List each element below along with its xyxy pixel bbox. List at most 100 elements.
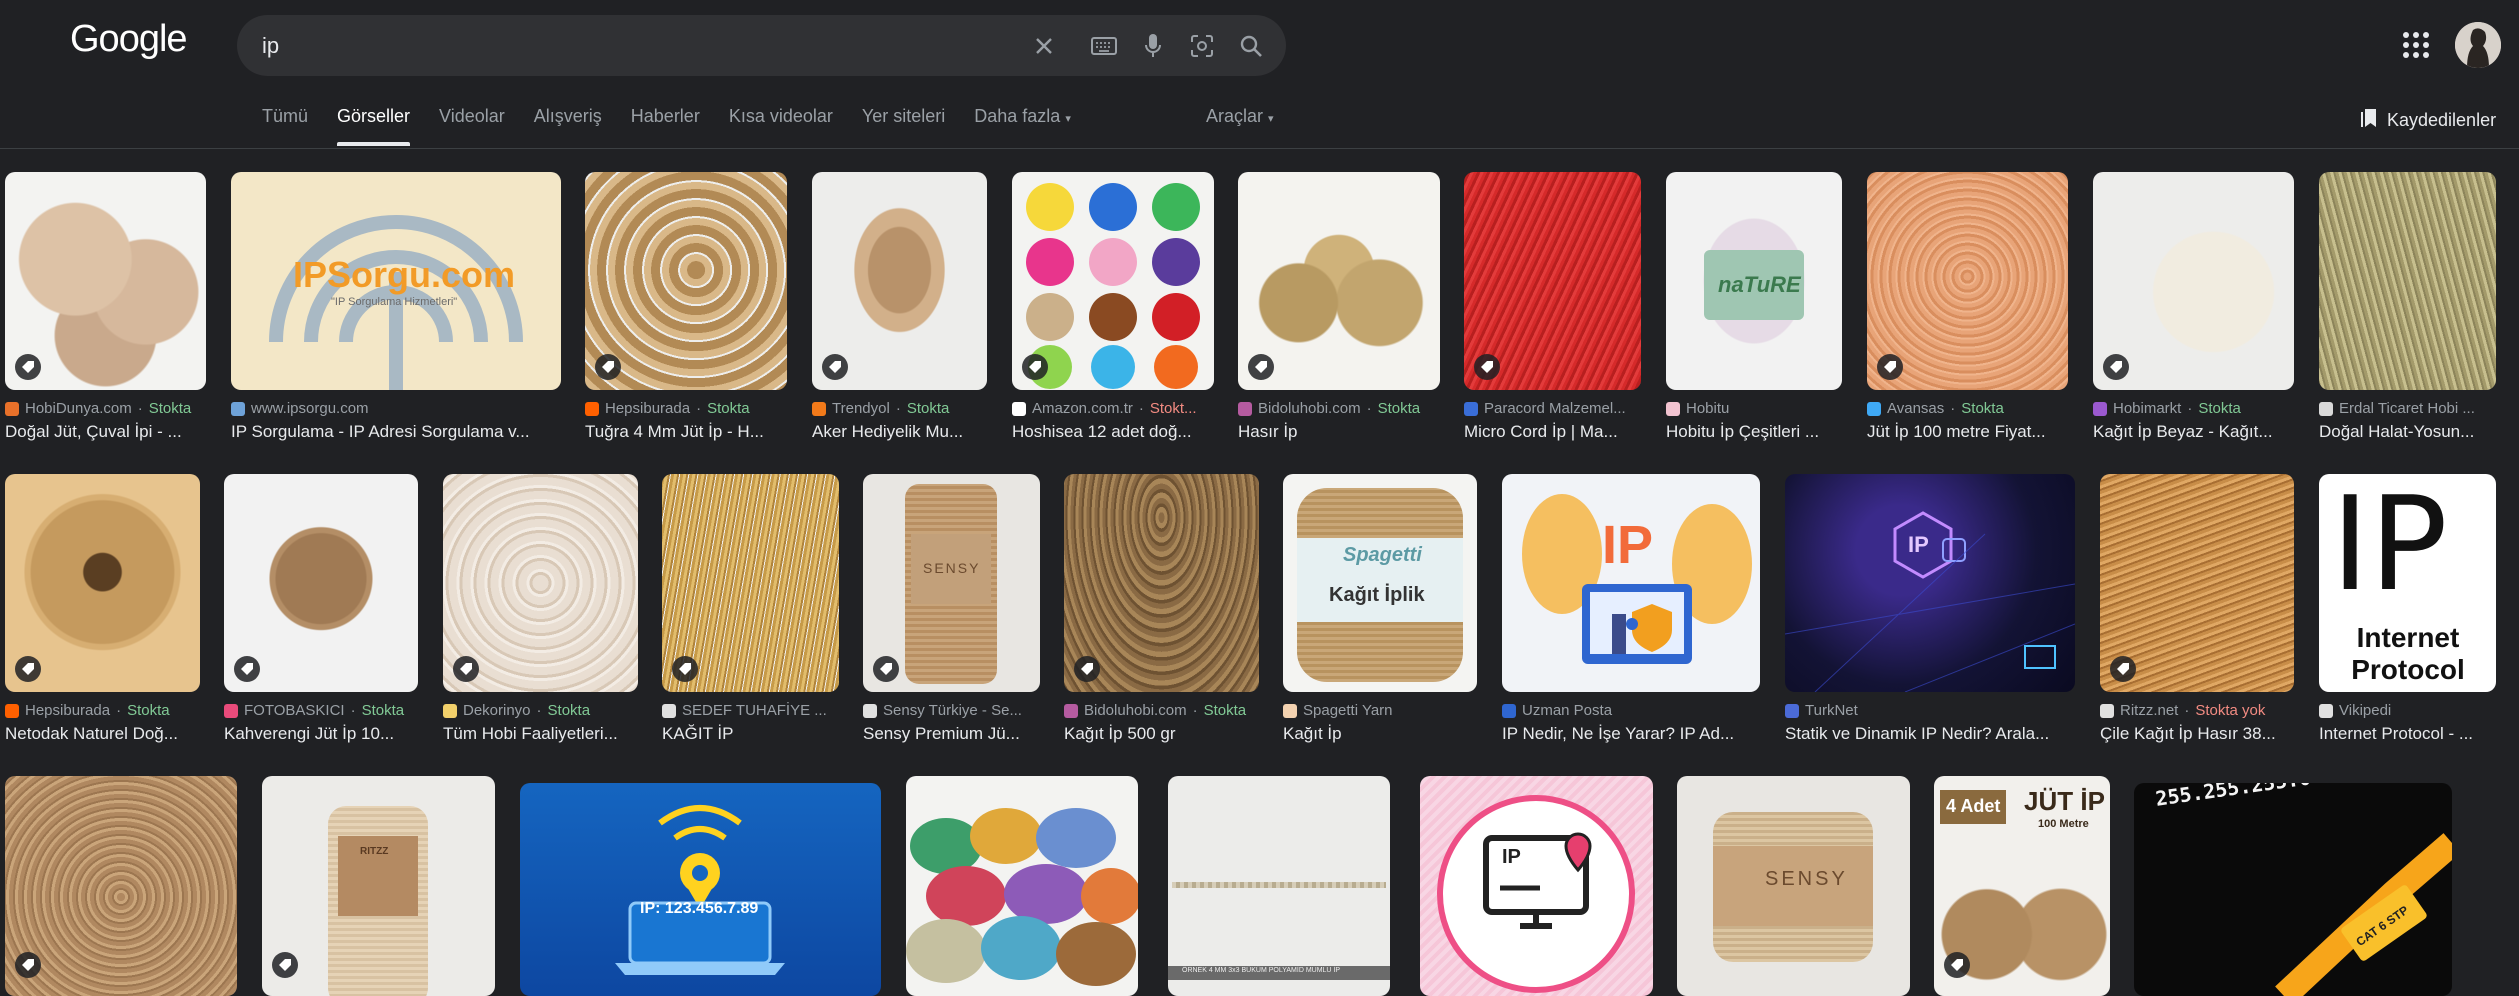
tag-icon bbox=[1248, 354, 1274, 380]
result-image[interactable]: IP Internet Protocol bbox=[2319, 474, 2496, 692]
result-title[interactable]: Netodak Naturel Doğ... bbox=[5, 724, 200, 744]
thumb-text: IP: 123.456.7.89 bbox=[640, 900, 759, 917]
avatar[interactable] bbox=[2455, 22, 2501, 68]
tab-images[interactable]: Görseller bbox=[337, 106, 411, 146]
result-source[interactable]: Ritzz.net · Stokta yok bbox=[2100, 702, 2294, 719]
result-title[interactable]: IP Sorgulama - IP Adresi Sorgulama v... bbox=[231, 422, 561, 442]
result-source[interactable]: Spagetti Yarn bbox=[1283, 702, 1477, 719]
search-input[interactable]: ip bbox=[262, 33, 279, 59]
result-image[interactable] bbox=[1238, 172, 1440, 390]
chevron-down-icon: ▾ bbox=[1065, 113, 1071, 125]
result-source[interactable]: Dekorinyo · Stokta bbox=[443, 702, 638, 719]
result-image[interactable]: 255.255.255.0 CAT 6 STP bbox=[2134, 783, 2452, 996]
result-source[interactable]: www.ipsorgu.com bbox=[231, 400, 561, 417]
result-title[interactable]: Tüm Hobi Faaliyetleri... bbox=[443, 724, 638, 744]
result-image[interactable] bbox=[1867, 172, 2068, 390]
tab-shopping[interactable]: Alışveriş bbox=[534, 106, 602, 146]
result-image[interactable]: IPSorgu.com "IP Sorgulama Hizmetleri" bbox=[231, 172, 561, 390]
result-title[interactable]: Çile Kağıt İp Hasır 38... bbox=[2100, 724, 2294, 744]
result-image[interactable] bbox=[2319, 172, 2496, 390]
result-image[interactable]: RITZZ bbox=[262, 776, 495, 996]
result-source[interactable]: Hepsiburada · Stokta bbox=[5, 702, 200, 719]
result-title[interactable]: Kahverengi Jüt İp 10... bbox=[224, 724, 418, 744]
result-source[interactable]: Hepsiburada · Stokta bbox=[585, 400, 787, 417]
result-image[interactable]: IP: 123.456.7.89 bbox=[520, 783, 881, 996]
result-source[interactable]: Vikipedi bbox=[2319, 702, 2496, 719]
result-source[interactable]: Bidoluhobi.com · Stokta bbox=[1064, 702, 1259, 719]
saved-button[interactable]: Kaydedilenler bbox=[2361, 108, 2496, 133]
tab-more[interactable]: Daha fazla ▾ bbox=[974, 106, 1071, 146]
result-title[interactable]: Internet Protocol - ... bbox=[2319, 724, 2496, 744]
result-image[interactable] bbox=[443, 474, 638, 692]
tools-button[interactable]: Araçlar ▾ bbox=[1206, 106, 1274, 127]
result-image[interactable] bbox=[1012, 172, 1214, 390]
result-source[interactable]: Bidoluhobi.com · Stokta bbox=[1238, 400, 1440, 417]
result-source[interactable]: Trendyol · Stokta bbox=[812, 400, 987, 417]
result-image[interactable]: SENSY bbox=[863, 474, 1040, 692]
result-title[interactable]: Hasır İp bbox=[1238, 422, 1440, 442]
result-source[interactable]: Paracord Malzemel... bbox=[1464, 400, 1641, 417]
result-source[interactable]: SEDEF TUHAFİYE ... bbox=[662, 702, 839, 719]
result-title[interactable]: Doğal Halat-Yosun... bbox=[2319, 422, 2496, 442]
result-title[interactable]: Kağıt İp bbox=[1283, 724, 1477, 744]
result-image[interactable] bbox=[2100, 474, 2294, 692]
search-icon[interactable] bbox=[1234, 29, 1268, 63]
google-logo[interactable]: Google bbox=[70, 18, 188, 61]
result-image[interactable] bbox=[2093, 172, 2294, 390]
result-source[interactable]: FOTOBASKICI · Stokta bbox=[224, 702, 418, 719]
result-image[interactable]: Spagetti Kağıt İplik bbox=[1283, 474, 1477, 692]
result-image[interactable] bbox=[5, 172, 206, 390]
result-source[interactable]: Amazon.com.tr · Stokt... bbox=[1012, 400, 1214, 417]
result-image[interactable]: IP bbox=[1785, 474, 2075, 692]
result-title[interactable]: Kağıt İp 500 gr bbox=[1064, 724, 1259, 744]
result-title[interactable]: Hoshisea 12 adet doğ... bbox=[1012, 422, 1214, 442]
result-image[interactable] bbox=[1464, 172, 1641, 390]
keyboard-icon[interactable] bbox=[1087, 29, 1121, 63]
tag-icon bbox=[15, 952, 41, 978]
result-title[interactable]: Jüt İp 100 metre Fiyat... bbox=[1867, 422, 2068, 442]
result-title[interactable]: Aker Hediyelik Mu... bbox=[812, 422, 987, 442]
close-icon[interactable] bbox=[1027, 29, 1061, 63]
result-title[interactable]: Statik ve Dinamik IP Nedir? Arala... bbox=[1785, 724, 2075, 744]
favicon bbox=[1867, 401, 1881, 416]
result-title[interactable]: Micro Cord İp | Ma... bbox=[1464, 422, 1641, 442]
result-image[interactable] bbox=[662, 474, 839, 692]
result-source[interactable]: TurkNet bbox=[1785, 702, 2075, 719]
tab-videos[interactable]: Videolar bbox=[439, 106, 505, 146]
result-title[interactable]: Sensy Premium Jü... bbox=[863, 724, 1040, 744]
result-source[interactable]: Hobimarkt · Stokta bbox=[2093, 400, 2294, 417]
result-image[interactable] bbox=[5, 776, 237, 996]
search-bar[interactable]: ip bbox=[237, 15, 1286, 76]
result-source[interactable]: Sensy Türkiye - Se... bbox=[863, 702, 1040, 719]
result-image[interactable]: IP bbox=[1502, 474, 1760, 692]
result-image[interactable] bbox=[224, 474, 418, 692]
result-image[interactable]: SENSY bbox=[1677, 776, 1910, 996]
result-source[interactable]: Hobitu bbox=[1666, 400, 1842, 417]
tab-all[interactable]: Tümü bbox=[262, 106, 308, 146]
mic-icon[interactable] bbox=[1136, 29, 1170, 63]
result-title[interactable]: Tuğra 4 Mm Jüt İp - H... bbox=[585, 422, 787, 442]
tab-web[interactable]: Yer siteleri bbox=[862, 106, 945, 146]
result-source[interactable]: Erdal Ticaret Hobi ... bbox=[2319, 400, 2496, 417]
result-image[interactable] bbox=[585, 172, 787, 390]
tab-short-videos[interactable]: Kısa videolar bbox=[729, 106, 833, 146]
result-source[interactable]: HobiDunya.com · Stokta bbox=[5, 400, 206, 417]
result-image[interactable] bbox=[812, 172, 987, 390]
apps-icon[interactable] bbox=[2401, 30, 2431, 60]
result-title[interactable]: IP Nedir, Ne İşe Yarar? IP Ad... bbox=[1502, 724, 1760, 744]
tab-news[interactable]: Haberler bbox=[631, 106, 700, 146]
result-source[interactable]: Avansas · Stokta bbox=[1867, 400, 2068, 417]
result-image[interactable]: 4 Adet JÜT İP 100 Metre bbox=[1934, 776, 2110, 996]
result-title[interactable]: Doğal Jüt, Çuval İpi - ... bbox=[5, 422, 206, 442]
result-title[interactable]: Hobitu İp Çeşitleri ... bbox=[1666, 422, 1842, 442]
result-image[interactable] bbox=[1064, 474, 1259, 692]
result-title[interactable]: Kağıt İp Beyaz - Kağıt... bbox=[2093, 422, 2294, 442]
result-title[interactable]: KAĞIT İP bbox=[662, 724, 839, 744]
lens-icon[interactable] bbox=[1185, 29, 1219, 63]
result-source[interactable]: Uzman Posta bbox=[1502, 702, 1760, 719]
result-image[interactable] bbox=[906, 776, 1138, 996]
result-image[interactable]: IP bbox=[1420, 776, 1653, 996]
result-image[interactable]: ÖRNEK 4 MM 3x3 BÜKÜM POLYAMİD MUMLU İP bbox=[1168, 776, 1390, 996]
result-image[interactable]: naTuRE bbox=[1666, 172, 1842, 390]
result-image[interactable] bbox=[5, 474, 200, 692]
